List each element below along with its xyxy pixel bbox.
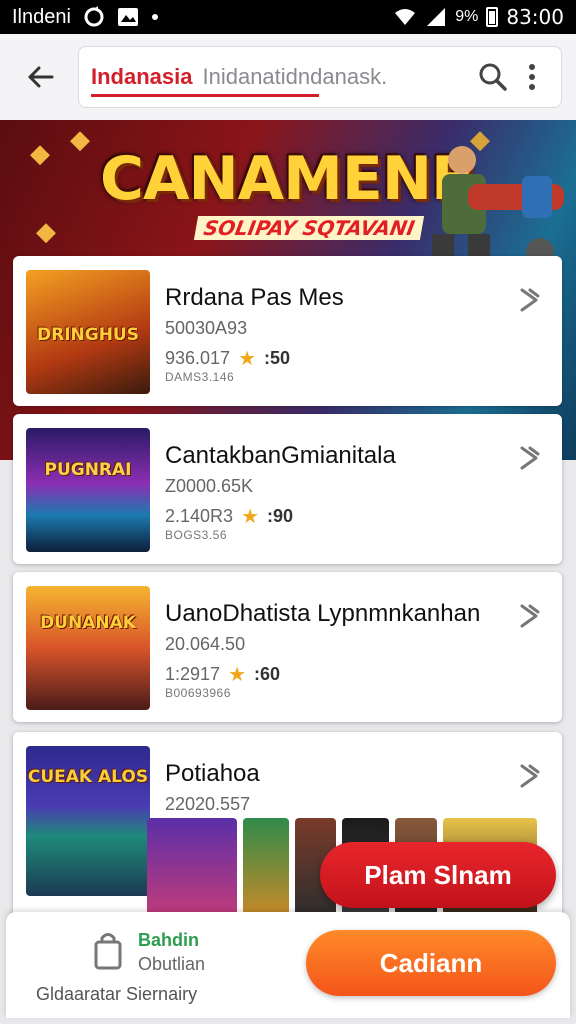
carrier-label: Ilndeni — [12, 5, 71, 28]
list-item[interactable]: DRINGHUS Rrdana Pas Mes 50030A93 936.017… — [13, 256, 562, 406]
signal-icon — [425, 7, 447, 27]
expand-icon[interactable] — [516, 762, 544, 790]
star-icon: ★ — [238, 348, 257, 370]
item-stats: 2.140R3 ★ :90 — [165, 504, 293, 529]
item-rating: :50 — [264, 348, 291, 368]
item-code: B00693966 — [165, 686, 231, 700]
battery-percent: 9% — [455, 8, 479, 25]
item-meta: 50030A93 — [165, 318, 248, 338]
item-meta: 20.064.50 — [165, 634, 246, 654]
thumbnail-caption: DRINGHUS — [37, 324, 139, 345]
item-count: 2.140R3 — [165, 506, 234, 526]
image-icon — [117, 7, 139, 27]
item-name: Potiahoa — [165, 760, 260, 787]
item-thumbnail: PUGNRAI — [26, 428, 150, 552]
expand-icon[interactable] — [516, 602, 544, 630]
item-name: UanoDhatista Lypnmnkanhan — [165, 600, 481, 627]
item-stats: 1:2917 ★ :60 — [165, 662, 280, 687]
item-name: CantakbanGmianitala — [165, 442, 396, 469]
item-rating: :60 — [254, 664, 281, 684]
search-icon — [479, 63, 507, 91]
item-meta: Z0000.65K — [165, 476, 254, 496]
item-count: 1:2917 — [165, 664, 221, 684]
sparkle-icon: ◆ — [36, 216, 56, 246]
thumbnail-caption: DUNANAK — [40, 613, 136, 634]
search-scope: Indanasia — [91, 64, 193, 89]
more-vert-icon — [529, 64, 535, 90]
sync-icon — [83, 6, 105, 28]
dot-icon — [151, 13, 159, 21]
back-button[interactable] — [14, 51, 66, 103]
cta-button[interactable]: Cadiann — [306, 930, 556, 996]
clock: 83:00 — [506, 5, 564, 29]
wifi-icon — [393, 7, 417, 27]
screenshot-thumb[interactable] — [243, 818, 289, 916]
star-icon: ★ — [228, 664, 246, 686]
bottom-label-primary: Bahdin — [138, 930, 199, 950]
more-menu-button[interactable] — [515, 55, 549, 99]
item-meta: 22020.557 — [165, 794, 251, 814]
search-underline — [91, 94, 319, 97]
status-bar: Ilndeni 9% 83:00 — [0, 0, 576, 34]
item-name: Rrdana Pas Mes — [165, 284, 344, 311]
search-bar[interactable]: Indanasia Inidanatidndanask. — [78, 46, 562, 108]
item-rating: :90 — [267, 506, 294, 526]
sparkle-icon: ◆ — [70, 124, 90, 154]
item-thumbnail: DUNANAK — [26, 586, 150, 710]
search-button[interactable] — [471, 55, 515, 99]
screenshot-thumb[interactable] — [147, 818, 238, 916]
item-stats: 936.017 ★ :50 — [165, 346, 290, 371]
back-arrow-icon — [28, 66, 54, 88]
expand-icon[interactable] — [516, 286, 544, 314]
shopping-bag-icon[interactable] — [94, 930, 122, 970]
bottom-label-footer: Gldaaratar Siernairy — [36, 984, 198, 1004]
item-code: BOGS3.56 — [165, 528, 228, 542]
thumbnail-caption: PUGNRAI — [44, 460, 132, 481]
bottom-action-bar: Bahdin Obutlian Gldaaratar Siernairy Cad… — [6, 912, 570, 1018]
list-item[interactable]: PUGNRAI CantakbanGmianitala Z0000.65K 2.… — [13, 414, 562, 564]
expand-icon[interactable] — [516, 444, 544, 472]
item-count: 936.017 — [165, 348, 231, 368]
thumbnail-caption: CUEAK ALOS — [27, 767, 149, 787]
sparkle-icon: ◆ — [30, 138, 50, 168]
list-item[interactable]: DUNANAK UanoDhatista Lypnmnkanhan 20.064… — [13, 572, 562, 722]
item-code: DAMS3.146 — [165, 370, 235, 384]
search-input[interactable]: Inidanatidndanask. — [202, 64, 387, 90]
play-now-button[interactable]: Plam Slnam — [320, 842, 556, 908]
app-header: Indanasia Inidanatidndanask. — [0, 34, 576, 120]
battery-icon — [486, 7, 499, 27]
bottom-label-secondary: Obutlian — [138, 954, 206, 974]
item-thumbnail: CUEAK ALOS — [26, 746, 150, 896]
star-icon: ★ — [241, 506, 259, 528]
item-thumbnail: DRINGHUS — [26, 270, 150, 394]
